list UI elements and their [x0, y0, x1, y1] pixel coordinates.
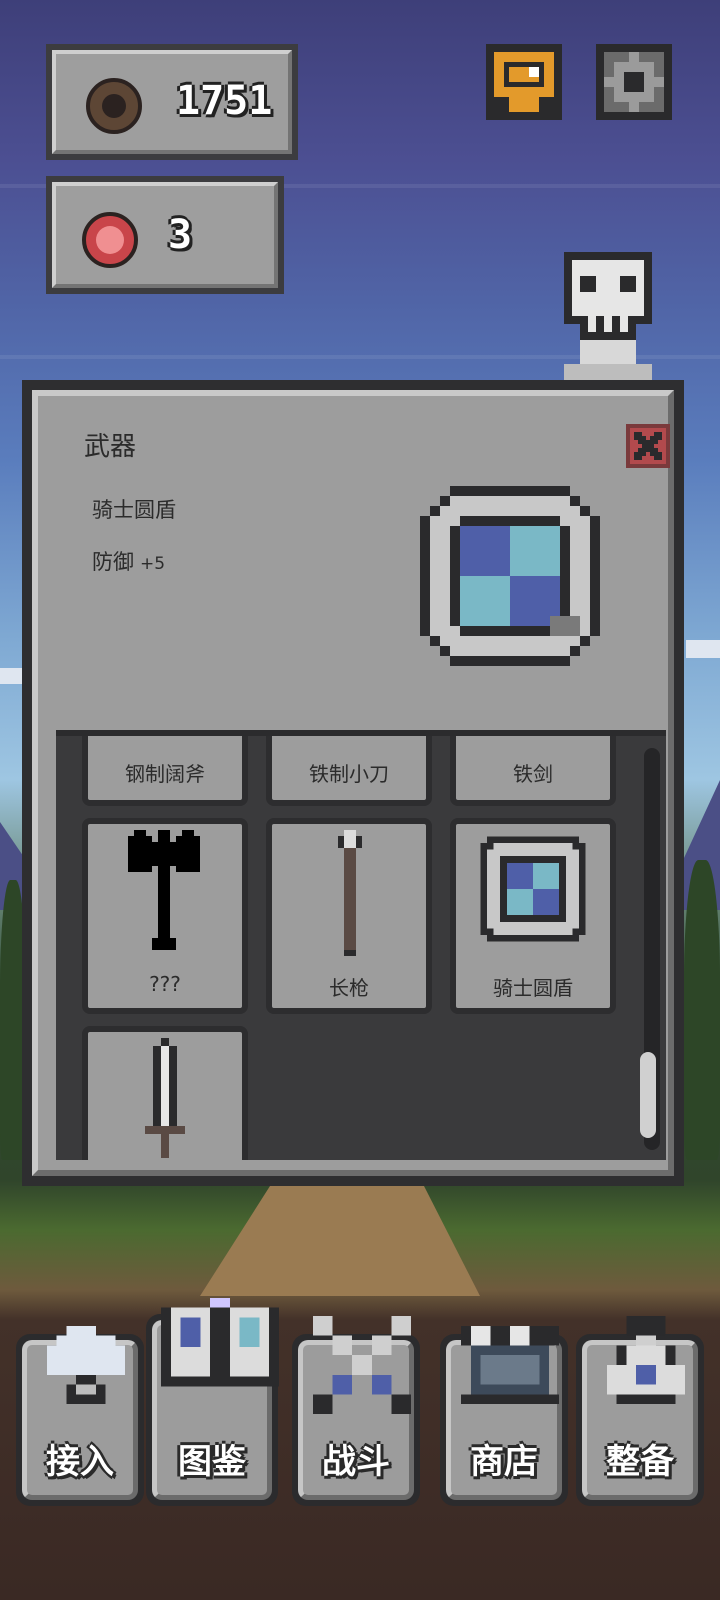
scrollbar-thumb[interactable]	[640, 1052, 656, 1138]
item-label: 钢制阔斧	[125, 762, 205, 786]
nav-shop-button[interactable]: 商店	[440, 1325, 568, 1506]
profile-button[interactable]	[486, 44, 562, 120]
stat-value: +5	[140, 554, 166, 574]
book-icon	[161, 1297, 279, 1387]
coin-amount: 1751	[176, 78, 273, 124]
item-label: 铁制小刀	[309, 762, 389, 786]
nav-connect-button[interactable]: 接入	[16, 1325, 144, 1506]
nav-codex-button[interactable]: 图鉴	[146, 1297, 279, 1506]
selected-item-name: 骑士圆盾	[92, 498, 176, 522]
crossed-swords-icon	[313, 1316, 411, 1414]
nav-label: 商店	[470, 1442, 538, 1482]
item-card[interactable]: 铁剑	[450, 736, 616, 806]
coin-icon	[86, 78, 142, 134]
gem-counter: 3	[46, 176, 284, 294]
skull-icon	[564, 252, 652, 380]
gem-icon	[82, 212, 138, 268]
cloud	[0, 668, 22, 684]
cloud	[686, 640, 720, 658]
nav-label: 战斗	[322, 1442, 390, 1482]
nav-prepare-button[interactable]: 整备	[576, 1316, 704, 1506]
knight-shield-preview-icon	[420, 486, 600, 666]
item-card[interactable]: 骑士圆盾	[450, 818, 616, 1014]
gear-icon	[604, 52, 664, 112]
spear-icon	[338, 830, 362, 956]
settings-button[interactable]	[596, 44, 672, 120]
weapon-dialog: 武器 骑士圆盾 防御 +5 钢制阔斧 铁制小刀 铁剑 ??? 长枪 骑士圆盾	[22, 380, 684, 1186]
tree	[684, 860, 720, 1160]
nav-battle-button[interactable]: 战斗	[292, 1316, 420, 1506]
cloud-link-icon	[46, 1325, 126, 1405]
nav-label: 图鉴	[178, 1442, 246, 1482]
axe-silhouette-icon	[128, 830, 200, 950]
nav-label: 整备	[606, 1442, 674, 1482]
stat-label: 防御	[92, 550, 134, 574]
item-card[interactable]: 长枪	[266, 818, 432, 1014]
shop-icon	[461, 1325, 559, 1405]
sword-icon	[145, 1038, 185, 1158]
knight-shield-icon	[480, 836, 586, 942]
item-label: 骑士圆盾	[493, 976, 573, 1000]
item-card[interactable]: 铁制小刀	[266, 736, 432, 806]
nav-label: 接入	[46, 1442, 114, 1482]
item-label: 长枪	[329, 976, 369, 1000]
gem-amount: 3	[168, 212, 193, 258]
item-card[interactable]	[82, 1026, 248, 1160]
character-icon	[494, 52, 554, 112]
selected-item-stat: 防御 +5	[92, 546, 165, 576]
item-label: ???	[149, 972, 181, 996]
dialog-title: 武器	[84, 432, 137, 462]
item-card[interactable]: 钢制阔斧	[82, 736, 248, 806]
coin-counter: 1751	[46, 44, 298, 160]
bag-icon	[606, 1316, 686, 1405]
item-label: 铁剑	[513, 762, 553, 786]
item-card[interactable]: ???	[82, 818, 248, 1014]
close-icon[interactable]	[626, 424, 670, 468]
item-grid[interactable]: 钢制阔斧 铁制小刀 铁剑 ??? 长枪 骑士圆盾	[56, 730, 666, 1160]
